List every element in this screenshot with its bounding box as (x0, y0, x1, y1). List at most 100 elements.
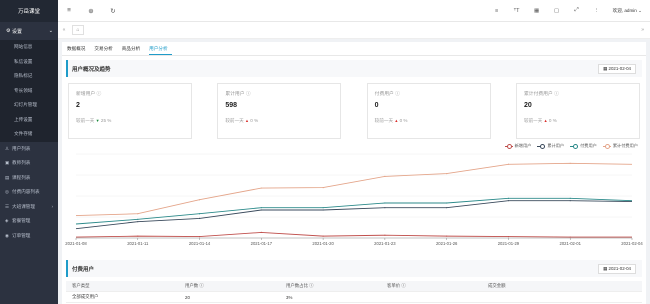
trend-up-icon: ▲ (394, 118, 399, 123)
sidebar-item-label: 大班课管理 (12, 203, 35, 209)
sidebar-item-label: 课程列表 (12, 174, 31, 180)
sidebar-item-privacy-tags[interactable]: 隐私标记 (0, 69, 58, 84)
tag-scroll-left-icon[interactable]: « (58, 27, 70, 33)
user-trend-chart: 2021-01-08 2021-01-11 2021-01-14 2021-01-17… (65, 153, 643, 246)
sidebar-item-message-settings[interactable]: 私信设置 (0, 55, 58, 70)
series-line (75, 162, 633, 217)
sidebar-item-label: 教师列表 (12, 160, 31, 166)
class-icon: ☰ (5, 203, 10, 209)
data-point (322, 209, 324, 211)
user-menu[interactable]: 欢迎, admin ⌄ (607, 8, 650, 14)
sidebar-item-expertise[interactable]: 专长领域 (0, 84, 58, 99)
sidebar-item-teachers[interactable]: ▣ 教师列表 (0, 156, 58, 171)
data-point (507, 163, 510, 165)
legend-marker (504, 144, 513, 149)
theme-icon[interactable]: ▦ (527, 8, 547, 14)
data-point (569, 197, 571, 199)
sidebar-item-label: 用户列表 (12, 145, 31, 151)
sidebar-group-settings[interactable]: ⚙ 设置 ⌄ (0, 22, 58, 40)
sidebar-item-label: 套餐管理 (12, 218, 31, 224)
paid-section-header: 付费用户 ▦ 2021-02-04 (66, 260, 642, 277)
user-icon: ♙ (5, 145, 10, 151)
legend-item[interactable]: 付费用户 (570, 143, 597, 149)
x-tick-label: 2021-01-29 (498, 241, 520, 246)
compare-percent: 0 % (250, 118, 259, 123)
tag-scroll-right-icon[interactable]: » (641, 27, 644, 33)
data-point (198, 199, 201, 201)
x-tick-label: 2021-01-11 (127, 241, 149, 246)
compare-label: 较前一天 (76, 118, 95, 123)
calendar-icon: ▦ (603, 265, 608, 271)
data-point (137, 235, 139, 237)
sidebar-item-courses[interactable]: ▤ 课程列表 (0, 171, 58, 186)
data-point (446, 235, 448, 237)
course-icon: ▤ (5, 174, 10, 180)
legend-marker (602, 144, 611, 149)
card-value: 20 (523, 102, 532, 109)
compare-label: 较前一天 (523, 118, 543, 123)
calendar-icon: ▦ (603, 65, 608, 71)
data-point (569, 200, 571, 202)
sidebar-item-users[interactable]: ♙ 用户列表 (0, 142, 58, 157)
legend-item[interactable]: 累计用户 (537, 143, 564, 149)
card-value: 0 (374, 102, 379, 109)
sidebar-item-upload-settings[interactable]: 上传设置 (0, 113, 58, 128)
tag-bar: « ⌂ » (58, 22, 650, 39)
package-icon: ◈ (5, 218, 9, 224)
card-compare: 较前一天 ▲ 0 % (225, 118, 333, 124)
card-compare: 较前一天 ▲ 0 % (375, 118, 483, 124)
lock-icon[interactable]: ▢ (547, 8, 567, 14)
date-value: 2021-02-04 (608, 265, 631, 271)
data-point (260, 187, 262, 189)
more-icon[interactable]: ⋮ (587, 8, 607, 14)
tab-trade-analysis[interactable]: 交易分析 (94, 42, 116, 55)
refresh-icon[interactable]: ↻ (102, 7, 124, 15)
card-value: 2 (76, 102, 80, 109)
legend-label: 新增用户 (514, 143, 532, 148)
series-line (75, 231, 632, 238)
home-icon[interactable]: ⌂ (72, 25, 84, 35)
stat-card-paid-users: 付费用户 ⓘ 0 较前一天 ▲ 0 % (366, 83, 491, 139)
tab-user-analysis[interactable]: 用户分析 (149, 42, 172, 55)
card-compare: 较前一天 ▲ 0 % (524, 118, 632, 124)
legend-item[interactable]: 新增用户 (504, 143, 532, 149)
date-picker[interactable]: ▦ 2021-02-04 (598, 263, 636, 274)
tab-product-analysis[interactable]: 商品分析 (122, 42, 144, 55)
legend-marker (570, 144, 579, 149)
trend-up-icon: ▲ (245, 118, 249, 123)
tab-overview[interactable]: 数据概况 (67, 42, 89, 55)
sidebar-item-site-info[interactable]: 网站信息 (0, 40, 58, 55)
globe-icon[interactable]: ⊕ (80, 7, 102, 15)
data-point (384, 175, 386, 177)
x-tick-label: 2021-01-08 (65, 241, 87, 246)
overview-section-header: 用户概况及趋势 ▦ 2021-02-04 (66, 60, 642, 77)
sidebar-item-packages[interactable]: ◈ 套餐管理 (0, 214, 58, 229)
data-point (260, 207, 262, 209)
x-tick-label: 2021-01-26 (436, 241, 458, 246)
date-picker[interactable]: ▦ 2021-02-04 (598, 63, 636, 74)
sidebar-item-orders[interactable]: ◉ 订单管理 (0, 229, 58, 244)
data-point (507, 197, 510, 199)
sidebar-item-file-storage[interactable]: 文件存储 (0, 127, 58, 142)
table-cell: 全部成交用户 (72, 294, 99, 299)
stat-cards: 新增用户 ⓘ 2 较前一天 ▼ 25 % 累计用户 ⓘ 598 较前一天 ▲ 0… (62, 77, 646, 139)
align-icon[interactable]: ≡ (487, 8, 507, 14)
fullscreen-icon[interactable]: ⤢ (567, 7, 587, 14)
chart-legend: 新增用户 累计用户 付费用户 累计付费用户 (499, 143, 638, 149)
legend-item[interactable]: 累计付费用户 (602, 143, 638, 149)
table-cell: 20 (185, 294, 190, 300)
x-tick-label: 2021-01-23 (374, 241, 396, 246)
sidebar-item-slides[interactable]: 幻灯片管理 (0, 98, 58, 113)
card-value: 598 (225, 102, 238, 109)
paid-users-section: 付费用户 ▦ 2021-02-04 客户类型 用户数 ⓘ 用户数占比 ⓘ 客单价… (62, 256, 646, 303)
sidebar-item-paid-content[interactable]: ◎ 付费内容列表 (0, 185, 58, 200)
font-size-icon[interactable]: ᵀT (507, 8, 527, 14)
data-point (198, 213, 201, 215)
menu-icon[interactable]: ≡ (58, 7, 80, 14)
sidebar-item-big-class[interactable]: ☰ 大班课管理 › (0, 200, 58, 215)
data-point (384, 202, 386, 204)
paid-users-table: 客户类型 用户数 ⓘ 用户数占比 ⓘ 客单价 ⓘ 成交金额 全部成交用户 20 … (66, 281, 642, 303)
compare-percent: 25 % (100, 118, 112, 123)
sidebar-item-label: 订单管理 (12, 232, 31, 238)
data-point (137, 221, 139, 223)
